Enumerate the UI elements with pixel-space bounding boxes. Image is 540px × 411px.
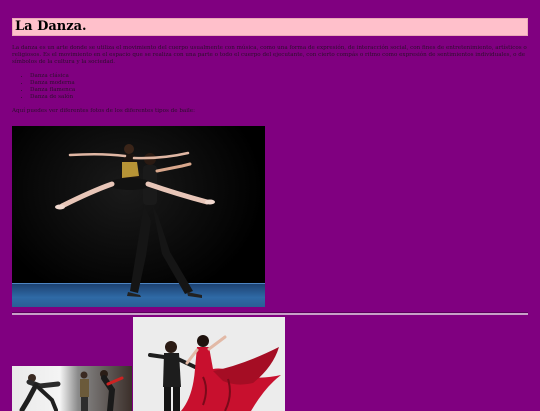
- flamenco-dancers-illustration: [133, 317, 285, 411]
- page-title: La Danza.: [12, 18, 528, 36]
- dance-types-list: Danza clásica Danza moderna Danza flamen…: [12, 73, 528, 102]
- horizontal-divider: [12, 312, 528, 315]
- ballet-dancers-illustration: [55, 144, 215, 298]
- list-item: Danza moderna: [30, 80, 528, 87]
- urban-dancers-illustration: [19, 370, 124, 411]
- list-item: Danza flamenca: [30, 87, 528, 94]
- intro-paragraph: La danza es un arte donde se utiliza el …: [12, 45, 527, 66]
- flamenco-photo: [133, 317, 285, 411]
- list-item: Danza de salón: [30, 94, 528, 101]
- ballet-photo: [12, 126, 265, 307]
- urban-dance-photo: [12, 366, 132, 411]
- page-content: La Danza. La danza es un arte donde se u…: [12, 18, 528, 411]
- photos-caption: Aquí puedes ver diferentes fotos de los …: [12, 108, 196, 115]
- list-item: Danza clásica: [30, 73, 528, 80]
